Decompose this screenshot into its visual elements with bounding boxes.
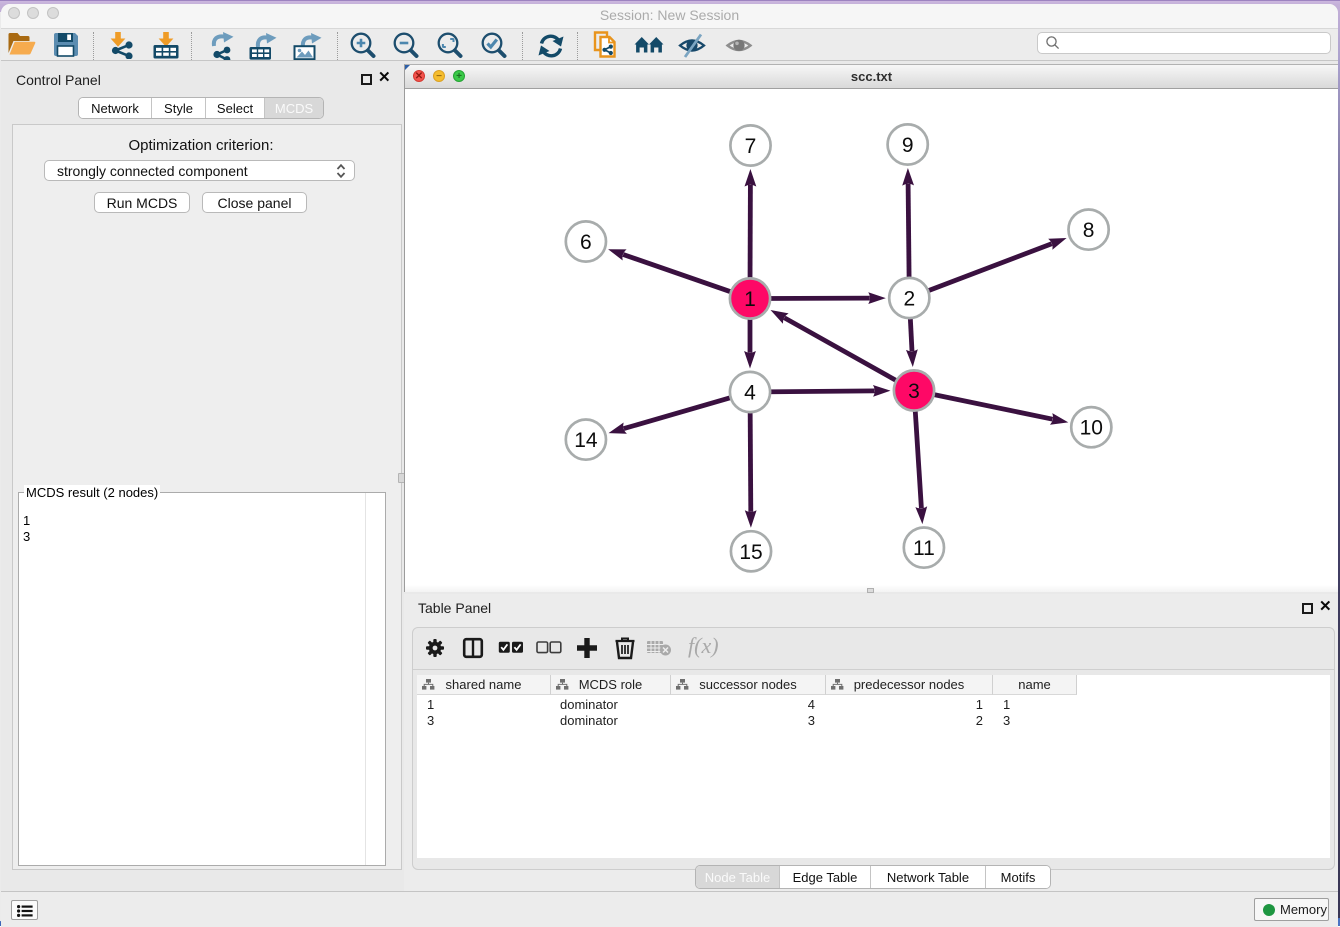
svg-text:8: 8 — [1083, 219, 1095, 242]
svg-text:15: 15 — [739, 541, 762, 564]
svg-text:2: 2 — [903, 288, 915, 311]
svg-text:1: 1 — [744, 288, 756, 311]
svg-text:3: 3 — [908, 380, 920, 403]
svg-text:9: 9 — [902, 134, 914, 157]
svg-text:11: 11 — [913, 537, 935, 560]
svg-text:10: 10 — [1080, 417, 1103, 440]
svg-text:7: 7 — [745, 135, 757, 158]
svg-text:14: 14 — [574, 429, 598, 452]
svg-text:6: 6 — [580, 231, 592, 254]
svg-text:4: 4 — [744, 382, 756, 405]
